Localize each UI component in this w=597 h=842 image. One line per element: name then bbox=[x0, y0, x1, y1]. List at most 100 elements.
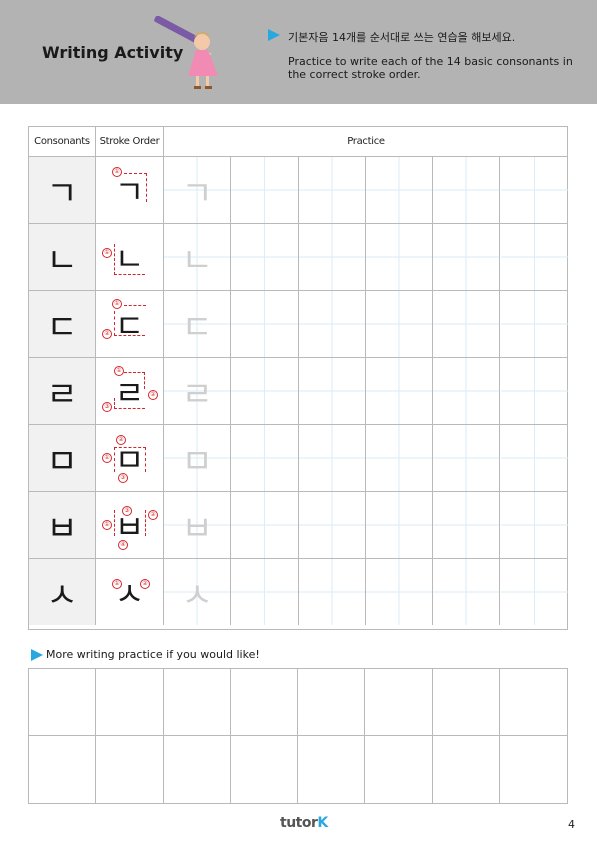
stroke-guide-line bbox=[114, 398, 145, 409]
practice-cell[interactable] bbox=[164, 669, 231, 736]
practice-cell[interactable] bbox=[298, 425, 366, 491]
practice-cell[interactable] bbox=[365, 492, 434, 558]
column-header-stroke-order: Stroke Order bbox=[96, 127, 164, 157]
practice-cell[interactable] bbox=[231, 736, 299, 803]
stroke-char: ㅅ bbox=[114, 575, 145, 613]
practice-cell[interactable] bbox=[231, 492, 299, 558]
practice-cell[interactable] bbox=[433, 492, 501, 558]
consonant-cell: ㄹ bbox=[29, 358, 96, 424]
practice-cell[interactable] bbox=[365, 358, 434, 424]
stroke-number: ④ bbox=[118, 540, 128, 550]
practice-cell[interactable] bbox=[298, 291, 366, 357]
practice-cell[interactable] bbox=[298, 669, 366, 736]
practice-cell[interactable] bbox=[231, 224, 299, 290]
practice-cell[interactable] bbox=[500, 291, 568, 357]
practice-cell[interactable] bbox=[298, 492, 366, 558]
stroke-number: ① bbox=[102, 520, 112, 530]
trace-char: ㄱ bbox=[181, 173, 213, 214]
logo-accent: K bbox=[317, 815, 328, 831]
table-row bbox=[29, 669, 567, 736]
trace-char: ㅂ bbox=[181, 508, 213, 549]
practice-cell[interactable]: ㅁ bbox=[164, 425, 232, 491]
practice-cell[interactable] bbox=[433, 425, 501, 491]
practice-cell[interactable] bbox=[298, 224, 366, 290]
practice-cell[interactable] bbox=[231, 358, 299, 424]
practice-cell[interactable] bbox=[298, 559, 366, 625]
practice-cell[interactable]: ㄱ bbox=[164, 157, 232, 223]
stroke-guide-line bbox=[114, 447, 146, 472]
practice-cell[interactable] bbox=[231, 425, 299, 491]
practice-cell[interactable] bbox=[365, 157, 434, 223]
practice-cell[interactable]: ㄹ bbox=[164, 358, 232, 424]
blue-arrow-icon bbox=[268, 29, 280, 41]
practice-cell[interactable] bbox=[500, 669, 567, 736]
practice-cell[interactable] bbox=[231, 559, 299, 625]
practice-cell[interactable] bbox=[500, 157, 568, 223]
stroke-number: ② bbox=[148, 390, 158, 400]
stroke-order-cell: ㅂ ① ② ③ ④ bbox=[96, 492, 164, 558]
practice-cell[interactable] bbox=[365, 559, 434, 625]
practice-cell[interactable] bbox=[500, 224, 568, 290]
practice-cell[interactable] bbox=[500, 492, 568, 558]
practice-cell[interactable] bbox=[433, 291, 501, 357]
stroke-guide-line bbox=[114, 311, 145, 336]
stroke-number: ① bbox=[102, 248, 112, 258]
stroke-guide-line bbox=[114, 244, 145, 275]
practice-cell[interactable] bbox=[365, 224, 434, 290]
tutork-logo: tutorK bbox=[280, 815, 328, 831]
practice-cell[interactable] bbox=[96, 736, 164, 803]
practice-cell[interactable]: ㄴ bbox=[164, 224, 232, 290]
consonant-practice-table: Consonants Stroke Order Practice ㄱ ㄱ ① ㄱ… bbox=[28, 126, 568, 630]
practice-cell[interactable] bbox=[366, 669, 433, 736]
practice-cell[interactable] bbox=[433, 559, 501, 625]
stroke-number: ③ bbox=[102, 402, 112, 412]
trace-char: ㄷ bbox=[181, 307, 213, 348]
practice-cell[interactable] bbox=[231, 291, 299, 357]
stroke-guide-line bbox=[124, 305, 146, 306]
practice-cell[interactable] bbox=[298, 358, 366, 424]
practice-cell[interactable] bbox=[231, 669, 299, 736]
practice-cell[interactable] bbox=[365, 291, 434, 357]
more-practice-label: More writing practice if you would like! bbox=[46, 648, 260, 661]
practice-cell[interactable] bbox=[433, 224, 501, 290]
stroke-order-cell: ㄴ ① bbox=[96, 224, 164, 290]
practice-cell[interactable] bbox=[29, 669, 97, 736]
table-row: ㅁ ㅁ ① ② ③ ㅁ bbox=[29, 425, 568, 492]
practice-cell[interactable] bbox=[500, 425, 568, 491]
trace-char: ㅅ bbox=[181, 575, 213, 616]
stroke-order-cell: ㄷ ① ② bbox=[96, 291, 164, 357]
practice-cell[interactable] bbox=[96, 669, 164, 736]
trace-char: ㅁ bbox=[181, 441, 213, 482]
stroke-number: ② bbox=[140, 579, 150, 589]
trace-char: ㄴ bbox=[181, 240, 213, 281]
practice-cell[interactable] bbox=[500, 559, 568, 625]
practice-cell[interactable]: ㄷ bbox=[164, 291, 232, 357]
consonant-cell: ㄷ bbox=[29, 291, 96, 357]
practice-cell[interactable] bbox=[29, 736, 97, 803]
girl-with-pencil-icon bbox=[154, 16, 218, 89]
practice-cell[interactable] bbox=[500, 736, 567, 803]
instruction-english: Practice to write each of the 14 basic c… bbox=[288, 55, 573, 81]
practice-cell[interactable]: ㅂ bbox=[164, 492, 232, 558]
practice-cell[interactable] bbox=[433, 157, 501, 223]
table-row: ㄷ ㄷ ① ② ㄷ bbox=[29, 291, 568, 358]
column-header-practice: Practice bbox=[164, 127, 568, 157]
column-header-consonants: Consonants bbox=[29, 127, 96, 157]
stroke-number: ③ bbox=[118, 473, 128, 483]
practice-cell[interactable] bbox=[433, 358, 501, 424]
practice-cell[interactable] bbox=[298, 157, 366, 223]
practice-cell[interactable] bbox=[433, 669, 501, 736]
practice-cell[interactable] bbox=[231, 157, 299, 223]
practice-cell[interactable] bbox=[164, 736, 231, 803]
stroke-order-cell: ㄹ ① ② ③ bbox=[96, 358, 164, 424]
practice-cell[interactable] bbox=[366, 736, 433, 803]
practice-cell[interactable] bbox=[500, 358, 568, 424]
stroke-number: ① bbox=[102, 453, 112, 463]
practice-cell[interactable] bbox=[433, 736, 501, 803]
stroke-number: ① bbox=[114, 366, 124, 376]
practice-cell[interactable] bbox=[365, 425, 434, 491]
practice-cell[interactable] bbox=[298, 736, 366, 803]
stroke-number: ① bbox=[112, 579, 122, 589]
practice-cell[interactable]: ㅅ bbox=[164, 559, 232, 625]
stroke-guide-line bbox=[124, 372, 145, 389]
